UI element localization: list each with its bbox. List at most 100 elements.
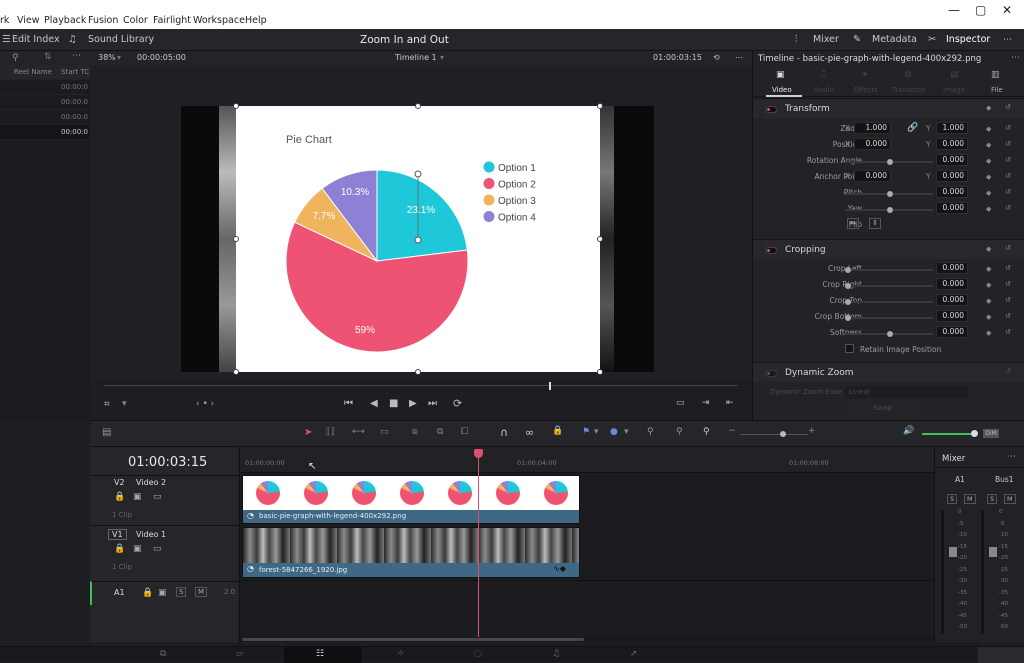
zoom-full-icon[interactable]: ⚲ [647,427,654,437]
clip-pie-graph[interactable]: basic-pie-graph-with-legend-400x292.png … [242,475,580,524]
curve-icon[interactable]: ∿◆ [553,564,566,573]
bus1-mute-button[interactable]: M [1004,494,1016,504]
transform-handle-b[interactable] [415,369,421,375]
layout-icon[interactable]: ▤ [102,427,111,438]
tab-video[interactable]: Video [772,86,792,94]
linked-selection-icon[interactable]: ∞ [525,426,534,439]
zoom-level[interactable]: 38% [98,53,116,62]
mixer-icon[interactable]: ⫶ [795,34,797,45]
crop-bottom-field[interactable]: 0.000 [936,310,968,322]
auto-select-icon[interactable]: ▣ [133,492,142,502]
next-edit-icon[interactable]: ⇥ [702,398,710,408]
dim-button[interactable]: DIM [983,429,999,438]
dynamic-trim-icon[interactable]: ⟷ [352,427,365,437]
position-x-field[interactable]: 0.000 [854,138,891,150]
menu-item-view[interactable]: View [17,15,40,26]
chevron-down-icon[interactable]: ▾ [440,53,444,62]
mute-button[interactable]: M [195,587,208,597]
edit-index-button[interactable]: Edit Index [12,34,60,45]
transform-section[interactable]: Transform ◆ ↺ [753,98,1024,118]
sort-icon[interactable]: ⇅ [44,52,52,62]
insert-clip-icon[interactable]: ⧈ [412,427,418,437]
flip-vertical-icon[interactable]: ⇕ [869,218,881,229]
column-reel-name[interactable]: Reel Name [14,68,52,76]
marker-icon[interactable]: ● [610,427,618,437]
zoom-custom-icon[interactable]: ⚲ [703,427,710,437]
pitch-field[interactable]: 0.000 [936,186,968,198]
menu-item-fairlight[interactable]: Fairlight [153,15,191,26]
menu-item-playback[interactable]: Playback [44,15,86,26]
transform-handle-br[interactable] [597,369,603,375]
crop-top-field[interactable]: 0.000 [936,294,968,306]
link-icon[interactable]: 🔗 [907,123,918,133]
menu-item-color[interactable]: Color [123,15,148,26]
replace-clip-icon[interactable]: ⧠ [461,427,468,437]
a1-mute-button[interactable]: M [964,494,976,504]
bus1-fader[interactable] [989,547,997,557]
position-lock-icon[interactable]: 🔒 [552,426,563,436]
solo-button[interactable]: S [176,587,187,597]
crop-left-slider[interactable] [845,267,933,273]
keyframe-icon[interactable]: ◆ [986,104,991,112]
transition-tab-icon[interactable]: ⧉ [905,70,911,80]
file-tab-icon[interactable]: ▥ [991,70,1000,80]
match-frame-icon[interactable]: ▭ [676,398,685,408]
tab-transition[interactable]: Transition [892,86,926,94]
reset-icon[interactable]: ↺ [1005,103,1011,111]
position-y-field[interactable]: 0.000 [936,138,968,150]
crop-left-field[interactable]: 0.000 [936,262,968,274]
scrub-bar[interactable] [104,385,738,386]
track-header-v2[interactable]: V2 Video 2 🔒 ▣ ▭ 1 Clip [90,475,240,525]
tab-file[interactable]: File [991,86,1003,94]
sound-library-icon[interactable]: ♫ [68,34,77,45]
column-start-tc[interactable]: Start TC [61,68,89,76]
metadata-icon[interactable]: ✎ [853,34,861,45]
fusion-page-icon[interactable]: ✧ [397,649,405,659]
mixer-button[interactable]: Mixer [813,34,839,45]
list-item-selected[interactable]: 00:00:0 [0,125,90,140]
more-options-icon[interactable]: ⋯ [1003,34,1013,45]
track-id-v1[interactable]: V1 [108,529,127,540]
close-icon[interactable]: ✕ [1002,3,1012,17]
rotation-field[interactable]: 0.000 [936,154,968,166]
selection-tool-icon[interactable]: ➤ [304,427,312,438]
flag-icon[interactable]: ⚑ [582,427,590,437]
cropping-section[interactable]: Cropping ◆ ↺ [753,239,1024,259]
transform-toggle[interactable] [765,106,777,113]
track-header-a1[interactable]: A1 🔒 ▣ S M 2.0 [90,581,240,605]
list-item[interactable]: 00:00:0 [0,95,90,110]
skip-start-icon[interactable]: ⏮ [344,398,353,409]
zoom-detail-icon[interactable]: ⚲ [676,427,683,437]
trim-tool-icon[interactable]: ⟦⟧ [326,427,335,437]
loop-icon[interactable]: ⟳ [453,397,462,410]
tab-image[interactable]: Image [943,86,965,94]
deliver-page-icon[interactable]: ➚ [630,649,638,659]
playhead-handle[interactable] [474,449,483,458]
yaw-slider[interactable] [845,207,933,213]
yaw-field[interactable]: 0.000 [936,202,968,214]
track-enable-icon[interactable]: ▭ [153,544,162,554]
zoom-y-field[interactable]: 1.000 [936,122,968,134]
chevron-down-icon[interactable]: ▾ [594,427,599,437]
retain-checkbox[interactable] [845,344,854,353]
crop-top-slider[interactable] [845,299,933,305]
effects-tab-icon[interactable]: ✦ [861,70,869,80]
crop-right-field[interactable]: 0.000 [936,278,968,290]
settings-area[interactable] [978,647,1024,663]
softness-slider[interactable] [845,331,933,337]
timeline-scrollbar[interactable] [240,637,934,642]
skip-end-icon[interactable]: ⏭ [428,398,437,409]
inspector-button[interactable]: Inspector [946,34,990,45]
pitch-slider[interactable] [845,191,933,197]
image-tab-icon[interactable]: ▤ [950,70,959,80]
lock-icon[interactable]: 🔒 [114,544,125,554]
audio-tab-icon[interactable]: ♫ [819,70,827,80]
softness-field[interactable]: 0.000 [936,326,968,338]
volume-slider[interactable] [922,433,974,435]
inspector-more-icon[interactable]: ⋯ [1011,53,1020,63]
menu-item-fusion[interactable]: Fusion [88,15,118,26]
timeline-name[interactable]: Timeline 1 [395,53,437,62]
dynamic-zoom-ease-select[interactable]: Linear [845,386,968,398]
flip-horizontal-icon[interactable]: ⇹ [847,218,859,229]
tab-audio[interactable]: Audio [814,86,834,94]
